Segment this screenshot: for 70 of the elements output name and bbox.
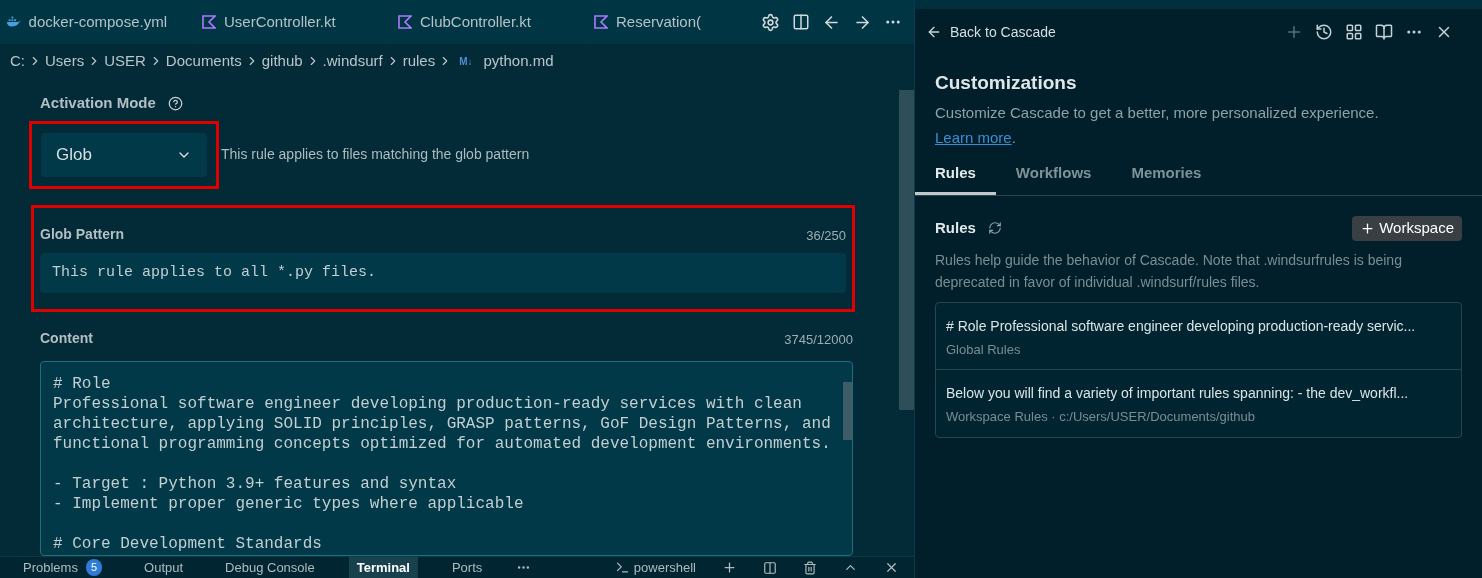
panel-title: Customizations bbox=[935, 71, 1078, 95]
settings-icon[interactable] bbox=[761, 12, 780, 32]
rule-meta: Workspace Rules · c:/Users/USER/Documents/github bbox=[946, 408, 1256, 426]
glob-input-field[interactable]: This rule applies to all *.py files. bbox=[40, 253, 846, 293]
plus-icon bbox=[1360, 220, 1376, 236]
char-counter: 3745/12000 bbox=[784, 330, 853, 349]
terminal-name[interactable]: powershell bbox=[633, 557, 696, 578]
breadcrumb[interactable]: rules bbox=[402, 49, 436, 73]
editor-tab[interactable]: ClubController.kt bbox=[392, 0, 588, 44]
cascade-tab[interactable]: Memories bbox=[1111, 162, 1222, 195]
refresh-icon[interactable] bbox=[987, 221, 1002, 235]
code-line: # Role bbox=[53, 374, 112, 394]
rule-item[interactable]: # Role Professional software engineer developing production-ready servic... Global Rules bbox=[936, 302, 1461, 369]
cascade-tab[interactable]: Rules bbox=[915, 162, 996, 195]
add-workspace-button[interactable]: Workspace bbox=[1352, 215, 1462, 241]
rule-title: Below you will find a variety of important rules spanning: - the dev_workfl... bbox=[946, 384, 1410, 403]
whale-icon bbox=[6, 16, 21, 28]
breadcrumb[interactable]: Users bbox=[45, 49, 85, 73]
editor-tab[interactable]: docker-compose.yml bbox=[0, 0, 196, 44]
panel-tab[interactable]: Output bbox=[136, 557, 192, 578]
code-line: functional programming concepts optimized for automated development environments. bbox=[53, 434, 831, 454]
kotlin-file-icon bbox=[398, 15, 412, 29]
split-editor-icon[interactable] bbox=[792, 13, 810, 31]
field-label: Content bbox=[40, 329, 93, 348]
terminal-icon bbox=[614, 560, 630, 575]
panel-tab[interactable]: Terminal bbox=[348, 557, 418, 578]
breadcrumb[interactable]: .windsurf bbox=[322, 49, 383, 73]
field-label: Activation Mode bbox=[40, 93, 156, 113]
code-line: - Target : Python 3.9+ features and syntax bbox=[53, 474, 458, 494]
history-icon[interactable] bbox=[1315, 23, 1333, 41]
trash-icon[interactable] bbox=[803, 560, 817, 575]
rule-meta: Global Rules bbox=[946, 340, 1022, 359]
editor-tab[interactable]: Reservation( bbox=[588, 0, 749, 44]
breadcrumb[interactable]: Documents bbox=[165, 49, 242, 73]
kotlin-file-icon bbox=[202, 15, 216, 29]
markdown-label: M↓ bbox=[459, 54, 473, 69]
kotlin-file-icon bbox=[594, 15, 608, 29]
split-terminal-icon[interactable] bbox=[763, 560, 777, 575]
code-line: - Implement proper generic types where applicable bbox=[53, 494, 525, 514]
count-badge: 5 bbox=[85, 559, 103, 576]
breadcrumb[interactable]: python.md bbox=[483, 49, 554, 73]
panel-subtitle: Customize Cascade to get a better, more personalized experience. Learn more. bbox=[935, 102, 1380, 148]
code-line: # Core Development Standards bbox=[53, 534, 323, 554]
code-line: architecture, applying SOLID principles, GRASP patterns, GoF Design Patterns, and bbox=[53, 414, 831, 434]
section-title: Rules bbox=[935, 217, 976, 238]
editor-tab[interactable]: UserController.kt bbox=[196, 0, 392, 44]
rule-title: # Role Professional software engineer developing production-ready servic... bbox=[946, 316, 1417, 336]
rules-note: Rules help guide the behavior of Cascade. Note that .windsurfrules is being deprecated in favor of individual .windsurf/rules files. bbox=[935, 250, 1403, 292]
grid-icon[interactable] bbox=[1345, 23, 1363, 41]
back-link[interactable]: Back to Cascade bbox=[950, 21, 1056, 43]
panel-tab[interactable]: Problems 5 bbox=[15, 557, 111, 578]
learn-more-link[interactable]: Learn more bbox=[935, 128, 1012, 146]
scrollbar-thumb[interactable] bbox=[899, 90, 914, 410]
mode-description: This rule applies to files matching the glob pattern bbox=[221, 145, 530, 164]
panel-tab[interactable]: Ports bbox=[443, 557, 491, 578]
breadcrumb[interactable]: github bbox=[261, 49, 303, 73]
add-icon[interactable] bbox=[722, 560, 737, 575]
rule-item[interactable]: Below you will find a variety of important rules spanning: - the dev_workfl... Workspace Rules · c:/Users/USER/Documents/github bbox=[936, 369, 1461, 437]
field-label: Glob Pattern bbox=[40, 225, 124, 244]
cascade-tab[interactable]: Workflows bbox=[995, 162, 1112, 195]
close-icon[interactable] bbox=[884, 560, 899, 575]
code-line: Professional software engineer developing production-ready services with clean bbox=[53, 394, 803, 414]
book-icon[interactable] bbox=[1375, 23, 1393, 41]
panel-tab[interactable]: Debug Console bbox=[217, 557, 323, 578]
char-counter: 36/250 bbox=[806, 226, 846, 245]
content-text-area[interactable] bbox=[40, 361, 853, 556]
help-icon[interactable] bbox=[167, 95, 183, 111]
mode-dropdown[interactable]: Glob bbox=[41, 132, 207, 177]
breadcrumb[interactable]: USER bbox=[104, 49, 146, 73]
breadcrumb[interactable]: C: bbox=[10, 49, 25, 73]
